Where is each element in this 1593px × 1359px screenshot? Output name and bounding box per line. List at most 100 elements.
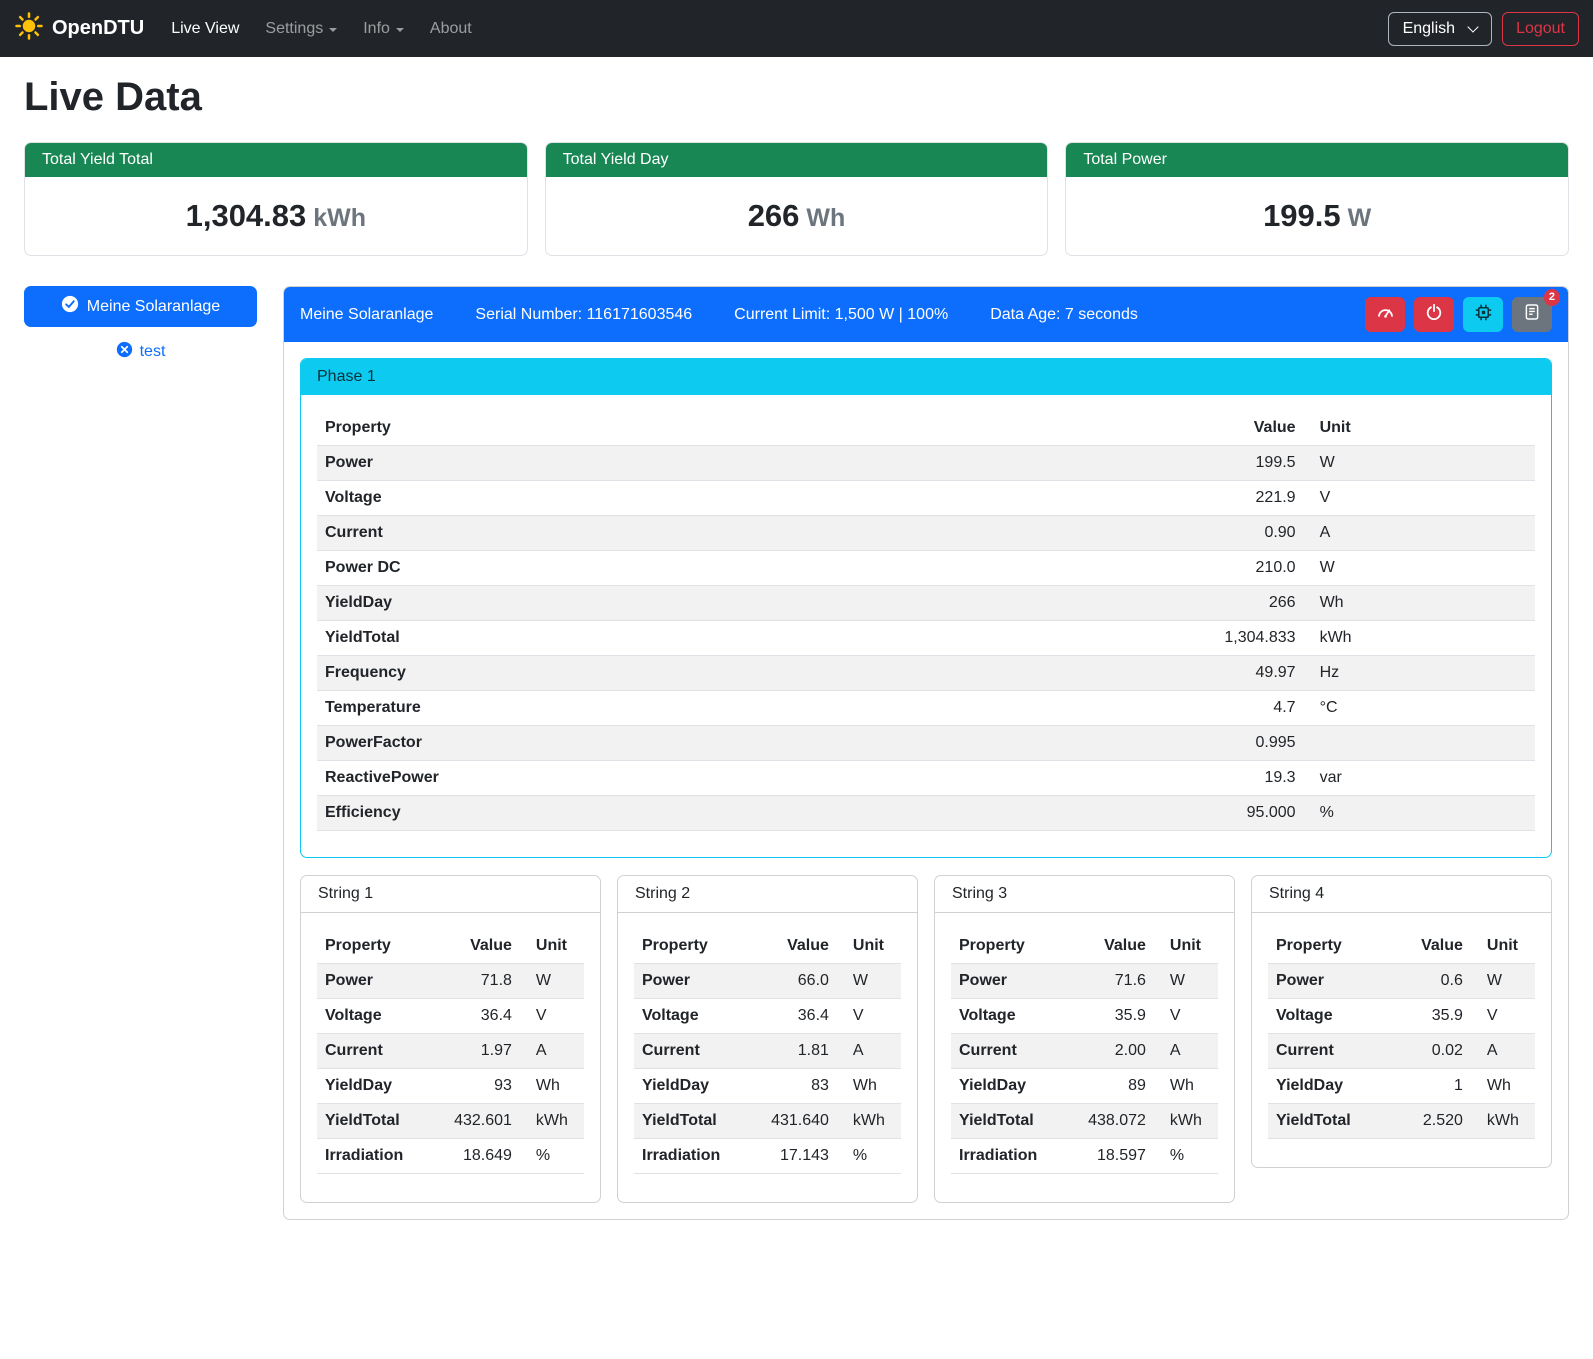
string-4-table-body: Power 0.6 W Voltage 35.9 V [1268,964,1535,1139]
card-total-yield-total: Total Yield Total 1,304.83kWh [24,142,528,256]
device-info-button[interactable] [1463,297,1503,332]
property-cell: Voltage [951,999,1071,1034]
inverter-sidebar: Meine Solaranlage test [24,286,257,363]
property-cell: Power [1268,964,1388,999]
unit-cell: W [1471,964,1535,999]
power-settings-button[interactable] [1414,297,1454,332]
phase-table-body: Power 199.5 W Voltage 221.9 V [317,446,1535,831]
string-2-panel: String 2 Property Value Unit [617,875,918,1203]
property-cell: YieldTotal [951,1104,1071,1139]
value-cell: 221.9 [1072,481,1303,516]
chevron-down-icon [1467,21,1478,32]
table-header-row: Property Value Unit [634,929,901,964]
card-unit: Wh [806,204,845,232]
string-3-table: Property Value Unit Power [951,929,1218,1174]
inverter-data-age: Data Age: 7 seconds [990,306,1138,324]
table-row: YieldDay 89 Wh [951,1069,1218,1104]
unit-cell: W [520,964,584,999]
col-unit: Unit [1304,411,1535,446]
x-circle-icon [116,341,133,363]
card-value: 1,304.83 [186,198,307,233]
inverter-select-label: Meine Solaranlage [87,298,220,316]
property-cell: Current [317,1034,437,1069]
logout-button[interactable]: Logout [1502,12,1579,46]
property-cell: Power [634,964,754,999]
property-cell: Irradiation [317,1139,437,1174]
inverter-name: Meine Solaranlage [300,306,433,324]
nav-item-settings[interactable]: Settings [252,12,350,46]
string-title: String 2 [618,876,917,913]
value-cell: 266 [1072,586,1303,621]
table-row: YieldTotal 2.520 kWh [1268,1104,1535,1139]
property-cell: Power [951,964,1071,999]
phase-table: Property Value Unit Power [317,411,1535,831]
table-row: Voltage 221.9 V [317,481,1535,516]
event-count-badge: 2 [1544,289,1560,306]
table-row: Current 2.00 A [951,1034,1218,1069]
card-value: 199.5 [1263,198,1341,233]
col-unit: Unit [520,929,584,964]
table-row: Temperature 4.7 °C [317,691,1535,726]
unit-cell: kWh [1471,1104,1535,1139]
value-cell: 19.3 [1072,761,1303,796]
value-cell: 431.640 [754,1104,837,1139]
string-4-panel: String 4 Property Value Unit [1251,875,1552,1168]
property-cell: Frequency [317,656,1072,691]
table-row: Current 1.97 A [317,1034,584,1069]
value-cell: 71.6 [1071,964,1154,999]
nav-item-settings-label: Settings [265,20,323,38]
cpu-icon [1474,303,1493,327]
unit-cell: % [1304,796,1535,831]
unit-cell: W [1304,446,1535,481]
col-value: Value [1072,411,1303,446]
nav-item-about[interactable]: About [417,12,485,46]
phase-title: Phase 1 [301,359,1551,395]
property-cell: Irradiation [951,1139,1071,1174]
value-cell: 35.9 [1071,999,1154,1034]
value-cell: 199.5 [1072,446,1303,481]
table-row: Power 0.6 W [1268,964,1535,999]
value-cell: 18.597 [1071,1139,1154,1174]
event-log-button[interactable]: 2 [1512,297,1552,332]
unit-cell: V [1304,481,1535,516]
gauge-icon [1376,303,1395,327]
table-header-row: Property Value Unit [951,929,1218,964]
value-cell: 1.97 [437,1034,520,1069]
unit-cell: A [1471,1034,1535,1069]
table-row: Voltage 35.9 V [1268,999,1535,1034]
value-cell: 93 [437,1069,520,1104]
unit-cell: kWh [1154,1104,1218,1139]
value-cell: 49.97 [1072,656,1303,691]
property-cell: YieldTotal [1268,1104,1388,1139]
unit-cell: Wh [1471,1069,1535,1104]
string-2-table-body: Power 66.0 W Voltage 36.4 V [634,964,901,1174]
property-cell: Power [317,964,437,999]
inverter-select-button[interactable]: Meine Solaranlage [24,286,257,327]
unit-cell: W [1154,964,1218,999]
inverter-link-test[interactable]: test [140,343,166,361]
string-4-table: Property Value Unit Power [1268,929,1535,1139]
table-row: Power 71.6 W [951,964,1218,999]
table-row: Current 0.90 A [317,516,1535,551]
value-cell: 18.649 [437,1139,520,1174]
value-cell: 1.81 [754,1034,837,1069]
value-cell: 0.90 [1072,516,1303,551]
value-cell: 0.995 [1072,726,1303,761]
value-cell: 95.000 [1072,796,1303,831]
navbar: OpenDTU Live View Settings Info About En… [0,0,1593,57]
inverter-actions: 2 [1365,297,1552,332]
language-select[interactable]: English [1388,12,1492,46]
col-unit: Unit [1471,929,1535,964]
limit-settings-button[interactable] [1365,297,1405,332]
table-row: Irradiation 17.143 % [634,1139,901,1174]
brand[interactable]: OpenDTU [14,11,144,47]
nav-item-live-view[interactable]: Live View [158,12,252,46]
inverter-item-test: test [24,341,257,363]
nav-item-info[interactable]: Info [350,12,417,46]
table-row: Frequency 49.97 Hz [317,656,1535,691]
unit-cell: % [520,1139,584,1174]
string-2-table: Property Value Unit Power [634,929,901,1174]
table-header-row: Property Value Unit [1268,929,1535,964]
unit-cell: V [1154,999,1218,1034]
navbar-right: English Logout [1388,12,1579,46]
